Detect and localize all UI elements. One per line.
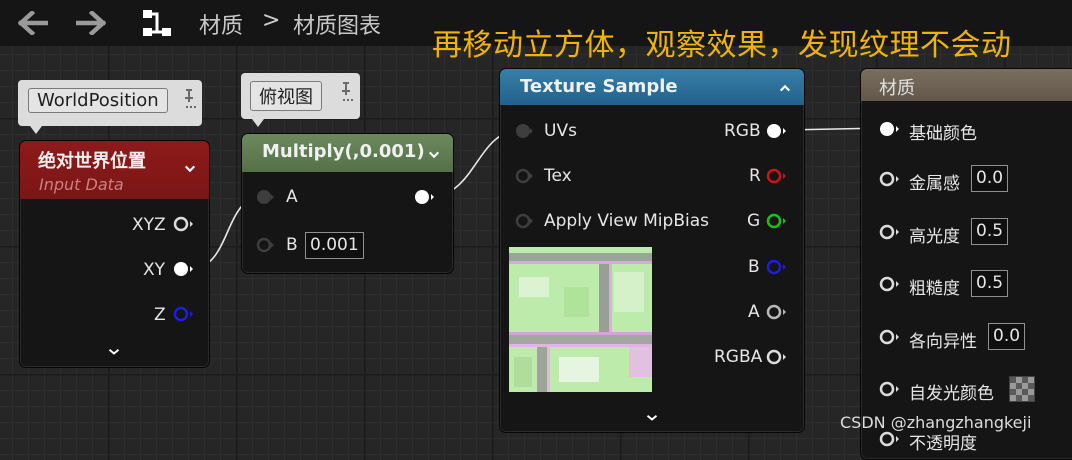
node-header[interactable]: 绝对世界位置 Input Data [20,141,209,199]
expand-chevron-icon[interactable] [646,412,658,424]
output-pin-a[interactable] [765,303,789,321]
specular-value-input[interactable]: 0.5 [971,218,1009,245]
pin-label-base-color: 基础颜色 [909,124,977,144]
output-pin-rgba[interactable] [765,348,789,366]
anisotropy-value-input[interactable]: 0.0 [988,323,1026,350]
input-pin-anisotropy[interactable] [877,328,901,346]
metallic-value-input[interactable]: 0.0 [971,165,1009,192]
pin-label-emissive-color: 自发光颜色 [909,384,994,404]
pin-label-r: R [749,166,761,186]
output-pin-xy[interactable] [172,260,196,278]
comment-tail [252,119,264,127]
chevron-up-icon[interactable] [779,82,791,94]
pin-label-uvs: UVs [544,121,577,141]
input-pin-emissive-color[interactable] [877,380,901,398]
expand-chevron-icon[interactable] [108,346,120,358]
node-absolute-world-position[interactable]: 绝对世界位置 Input Data XYZ XY Z [19,140,210,368]
pin-label-specular: 高光度 [909,227,960,247]
emissive-color-swatch[interactable] [1009,376,1035,402]
input-pin-tex[interactable] [514,167,534,185]
node-multiply[interactable]: Multiply(,0.001) A B 0.001 [241,133,454,274]
output-pin-z[interactable] [172,305,196,323]
pin-label-rgba: RGBA [714,347,763,367]
pin-label-g: G [747,211,761,231]
pin-label-b: B [286,235,298,255]
chevron-down-icon[interactable] [184,163,196,175]
output-pin-r[interactable] [765,167,789,185]
input-pin-b[interactable] [255,236,275,254]
pin-label-tex: Tex [544,166,572,186]
node-title: 材质 [879,78,915,99]
pin-label-apply-view-mipbias: Apply View MipBias [544,211,709,231]
pin-label-opacity: 不透明度 [909,434,977,454]
node-title: 绝对世界位置 [38,151,146,172]
pin-label-xy: XY [143,260,166,280]
roughness-value-input[interactable]: 0.5 [971,270,1009,297]
input-pin-uvs[interactable] [514,122,534,140]
pin-label-a: A [286,187,298,207]
node-title: Multiply(,0.001) [262,141,425,162]
input-pin-opacity[interactable] [877,430,901,448]
pin-label-metallic: 金属感 [909,174,960,194]
output-pin-rgb[interactable] [765,122,789,140]
comment-bubble-worldposition[interactable]: WorldPosition [18,80,202,126]
pin-label-b: B [748,257,760,277]
node-header[interactable]: Texture Sample [500,69,804,105]
node-header[interactable]: 材质 [861,69,1072,101]
comment-pin-icon[interactable] [184,86,198,112]
comment-pin-icon[interactable] [341,79,355,105]
pin-label-anisotropy: 各向异性 [909,332,977,352]
pin-label-rgb: RGB [724,121,761,141]
output-pin-result[interactable] [413,188,437,206]
input-pin-specular[interactable] [877,223,901,241]
chevron-down-icon[interactable] [428,149,440,161]
texture-preview-thumbnail [509,247,652,392]
node-header[interactable]: Multiply(,0.001) [242,134,453,172]
watermark-text: CSDN @zhangzhangkeji [840,413,1032,432]
input-pin-apply-view-mipbias[interactable] [514,212,534,230]
node-texture-sample[interactable]: Texture Sample UVs Tex Apply View MipBia… [499,68,805,433]
output-pin-g[interactable] [765,212,789,230]
output-pin-xyz[interactable] [172,215,196,233]
comment-bubble-multiply[interactable]: 俯视图 [241,73,360,119]
pin-label-xyz: XYZ [132,215,166,235]
comment-text-multiply: 俯视图 [250,81,322,111]
output-pin-b[interactable] [765,258,789,276]
input-pin-roughness[interactable] [877,275,901,293]
node-title: Texture Sample [520,76,678,97]
node-material-result[interactable]: 材质 基础颜色 金属感 0.0 高光度 0.5 粗糙度 0.5 各向异性 0.0… [860,68,1072,460]
pin-label-a: A [748,302,760,322]
input-pin-a[interactable] [255,188,275,206]
b-value-input[interactable]: 0.001 [305,232,364,259]
comment-text-worldposition: WorldPosition [28,88,168,113]
input-pin-base-color[interactable] [877,120,901,138]
comment-tail [30,126,42,134]
input-pin-metallic[interactable] [877,170,901,188]
pin-label-z: Z [154,305,166,325]
pin-label-roughness: 粗糙度 [909,279,960,299]
node-subtitle: Input Data [39,175,124,194]
